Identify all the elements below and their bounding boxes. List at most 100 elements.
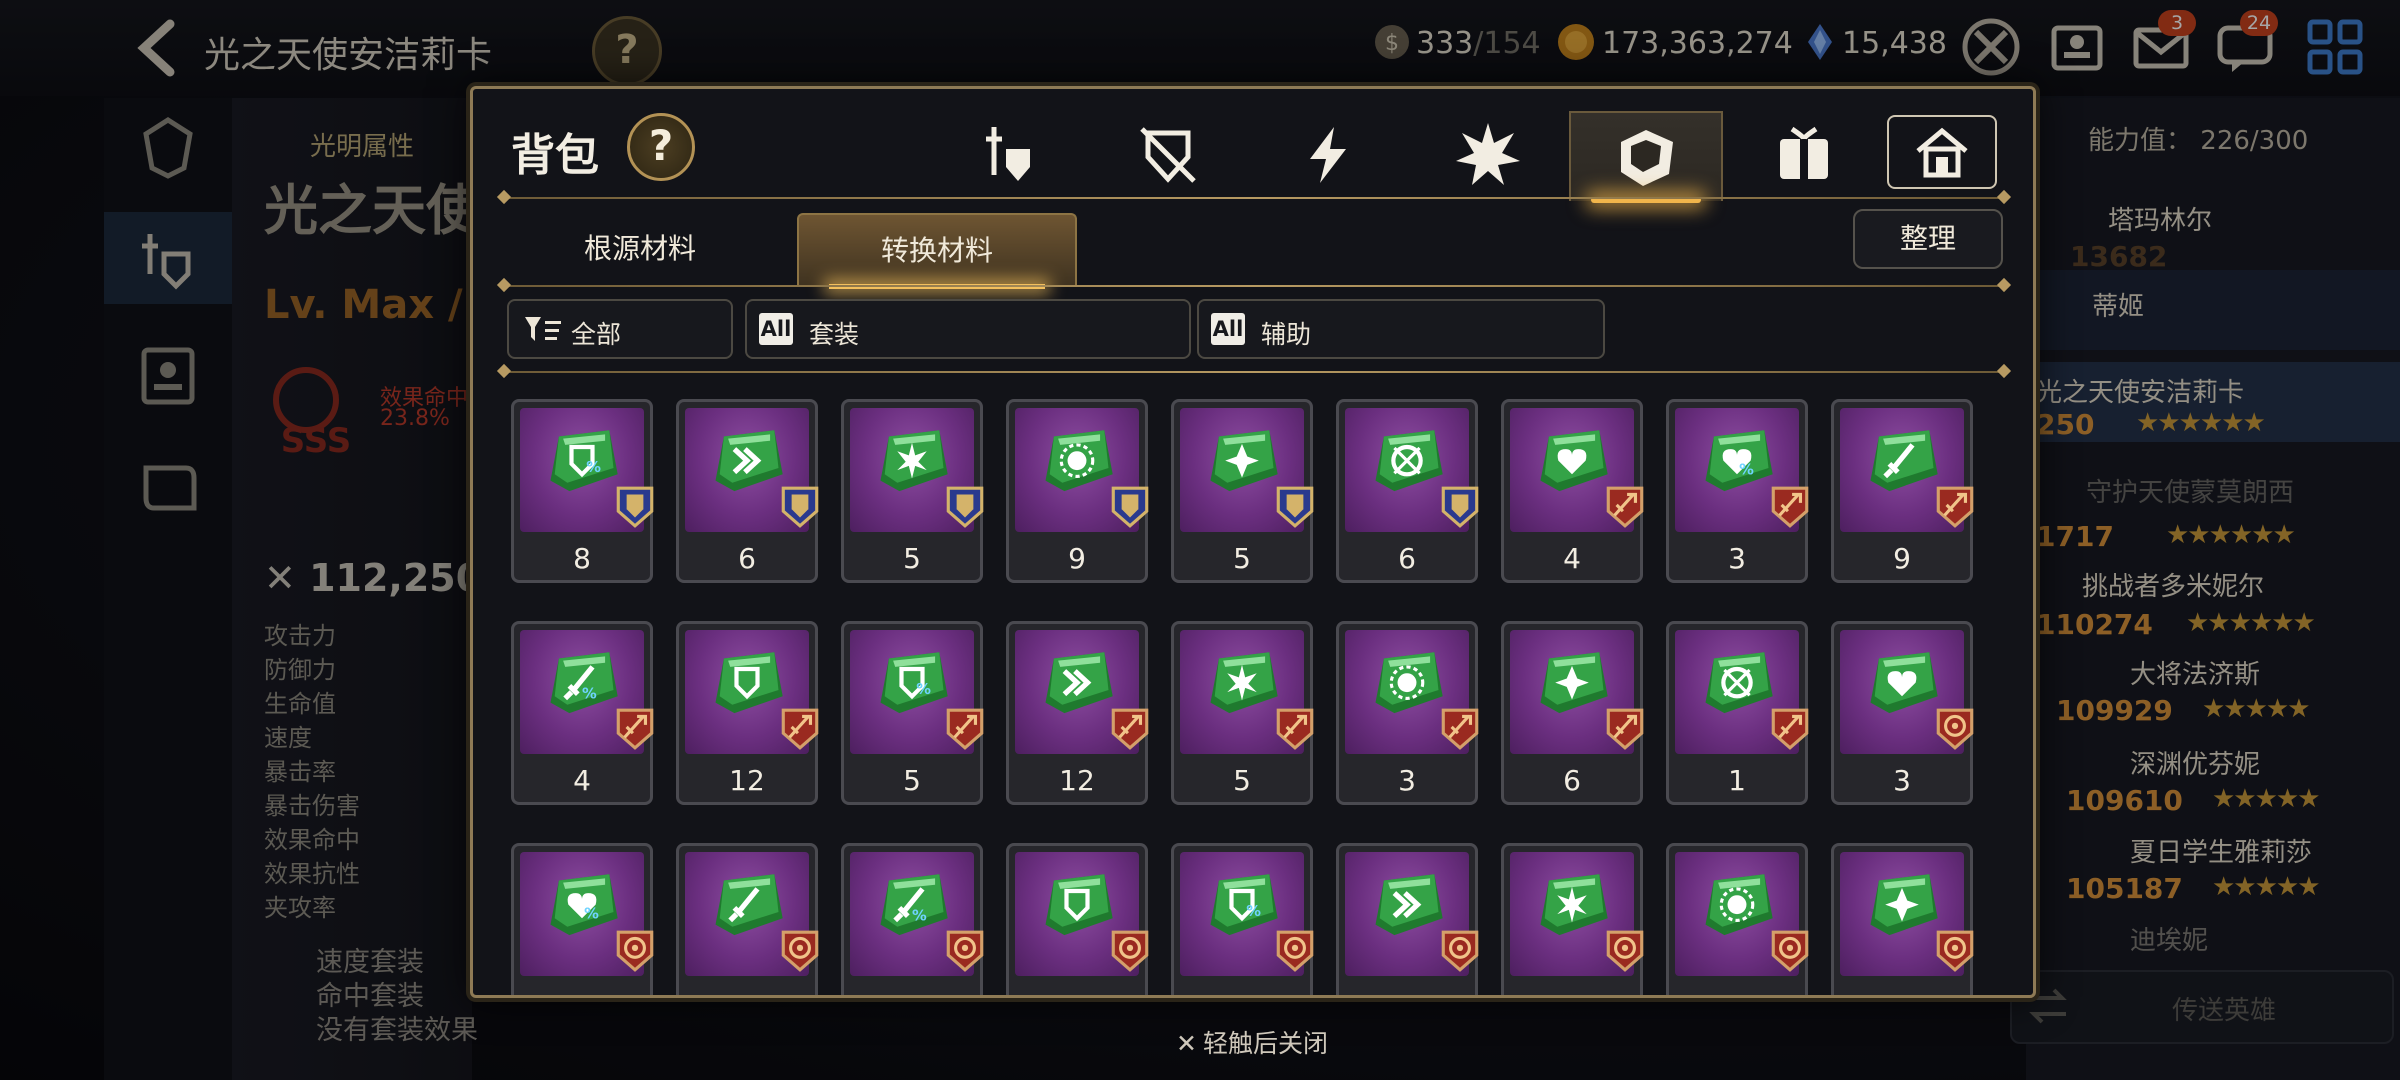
set-crest-icon xyxy=(616,486,654,528)
divider xyxy=(503,371,2003,373)
inventory-item[interactable] xyxy=(676,843,819,995)
inventory-item[interactable]: % xyxy=(1171,843,1314,995)
svg-text:%: % xyxy=(1246,903,1261,920)
rune-gem-icon xyxy=(1705,652,1773,714)
set-crest-icon xyxy=(781,708,819,750)
inventory-item[interactable]: 6 xyxy=(1336,399,1479,583)
rune-gem-icon xyxy=(1540,430,1608,492)
item-count: 6 xyxy=(1563,764,1581,797)
close-hint[interactable]: ✕ 轻触后关闭 xyxy=(1176,1024,1328,1060)
inventory-item[interactable]: % 5 xyxy=(841,621,984,805)
set-crest-icon xyxy=(1441,930,1479,972)
item-count: 6 xyxy=(738,542,756,575)
svg-text:%: % xyxy=(1739,461,1754,478)
tab-weapons[interactable] xyxy=(933,111,1083,199)
item-count: 4 xyxy=(573,764,591,797)
item-count: 9 xyxy=(1893,542,1911,575)
filter-set-dropdown[interactable]: All 套装 xyxy=(745,299,1191,359)
divider-ornament xyxy=(496,277,512,293)
filter-icon xyxy=(525,317,561,341)
filter-role-dropdown[interactable]: All 辅助 xyxy=(1197,299,1605,359)
divider xyxy=(503,285,2003,287)
rune-gem-icon xyxy=(1375,652,1443,714)
set-crest-icon xyxy=(616,930,654,972)
tab-packages[interactable] xyxy=(1729,111,1879,199)
inventory-item[interactable]: 3 xyxy=(1831,621,1974,805)
rune-gem-icon xyxy=(1540,652,1608,714)
rune-gem-icon xyxy=(1045,652,1113,714)
set-crest-icon xyxy=(1771,930,1809,972)
inventory-item[interactable]: 5 xyxy=(1171,399,1314,583)
item-count: 5 xyxy=(903,764,921,797)
item-count: 4 xyxy=(1563,542,1581,575)
set-crest-icon xyxy=(1936,486,1974,528)
set-crest-icon xyxy=(1606,486,1644,528)
divider-ornament xyxy=(1996,189,2012,205)
inventory-item[interactable]: 5 xyxy=(1171,621,1314,805)
tab-special[interactable] xyxy=(1413,111,1563,199)
tab-materials[interactable] xyxy=(1569,111,1723,203)
inventory-item[interactable]: 4 xyxy=(1501,399,1644,583)
inventory-item[interactable]: % xyxy=(841,843,984,995)
inventory-item[interactable]: 3 xyxy=(1336,621,1479,805)
item-count: 5 xyxy=(1233,542,1251,575)
inventory-item[interactable] xyxy=(1501,843,1644,995)
cube-icon xyxy=(1621,130,1673,186)
set-crest-icon xyxy=(1771,708,1809,750)
set-crest-icon xyxy=(1276,486,1314,528)
rune-gem-icon xyxy=(880,430,948,492)
sort-button[interactable]: 整理 xyxy=(1853,209,2003,269)
svg-text:%: % xyxy=(912,907,927,924)
all-tag: All xyxy=(1211,313,1245,345)
inventory-item[interactable]: 5 xyxy=(841,399,984,583)
tab-source-materials[interactable]: 根源材料 xyxy=(511,213,769,285)
inventory-modal: 背包 ? 根源材料 转换材料 整理 全部 All 套装 All 辅助 % 8 6… xyxy=(470,86,2036,998)
inventory-item[interactable]: 12 xyxy=(1006,621,1149,805)
inventory-item[interactable]: 12 xyxy=(676,621,819,805)
rune-gem-icon: % xyxy=(550,430,618,492)
set-crest-icon xyxy=(1936,930,1974,972)
rune-gem-icon: % xyxy=(550,874,618,936)
divider-ornament xyxy=(496,363,512,379)
inventory-item[interactable]: 1 xyxy=(1666,621,1809,805)
rune-gem-icon: % xyxy=(550,652,618,714)
tab-storage[interactable] xyxy=(1887,115,1997,189)
rune-gem-icon xyxy=(1375,430,1443,492)
rune-gem-icon xyxy=(1045,874,1113,936)
item-count: 6 xyxy=(1398,542,1416,575)
set-crest-icon xyxy=(1111,486,1149,528)
inventory-item[interactable] xyxy=(1831,843,1974,995)
inventory-item[interactable]: % 3 xyxy=(1666,399,1809,583)
svg-text:%: % xyxy=(586,459,601,476)
tab-armor[interactable] xyxy=(1093,111,1243,199)
item-count: 12 xyxy=(729,764,765,797)
inventory-item[interactable]: 9 xyxy=(1006,399,1149,583)
tab-catalysts[interactable] xyxy=(1253,111,1403,199)
filter-all-dropdown[interactable]: 全部 xyxy=(507,299,733,359)
set-crest-icon xyxy=(1606,930,1644,972)
rune-gem-icon: % xyxy=(880,874,948,936)
house-icon xyxy=(1916,127,1968,178)
rune-gem-icon: % xyxy=(1705,430,1773,492)
tab-conversion-materials[interactable]: 转换材料 xyxy=(797,213,1077,289)
item-count: 1 xyxy=(1728,764,1746,797)
inventory-item[interactable] xyxy=(1006,843,1149,995)
burst-icon xyxy=(1456,123,1520,185)
inventory-item[interactable]: 9 xyxy=(1831,399,1974,583)
inventory-item[interactable]: % 4 xyxy=(511,621,654,805)
set-crest-icon xyxy=(1441,708,1479,750)
inventory-item[interactable]: 6 xyxy=(1501,621,1644,805)
rune-gem-icon: % xyxy=(880,652,948,714)
divider xyxy=(503,197,2003,199)
inventory-item[interactable] xyxy=(1336,843,1479,995)
gift-box-icon xyxy=(1780,126,1828,179)
set-crest-icon xyxy=(781,930,819,972)
rune-gem-icon xyxy=(715,874,783,936)
inventory-help-button[interactable]: ? xyxy=(627,113,695,181)
item-count: 3 xyxy=(1398,764,1416,797)
svg-text:%: % xyxy=(584,905,599,922)
inventory-item[interactable]: 6 xyxy=(676,399,819,583)
inventory-item[interactable]: % 8 xyxy=(511,399,654,583)
inventory-item[interactable]: % xyxy=(511,843,654,995)
inventory-item[interactable] xyxy=(1666,843,1809,995)
